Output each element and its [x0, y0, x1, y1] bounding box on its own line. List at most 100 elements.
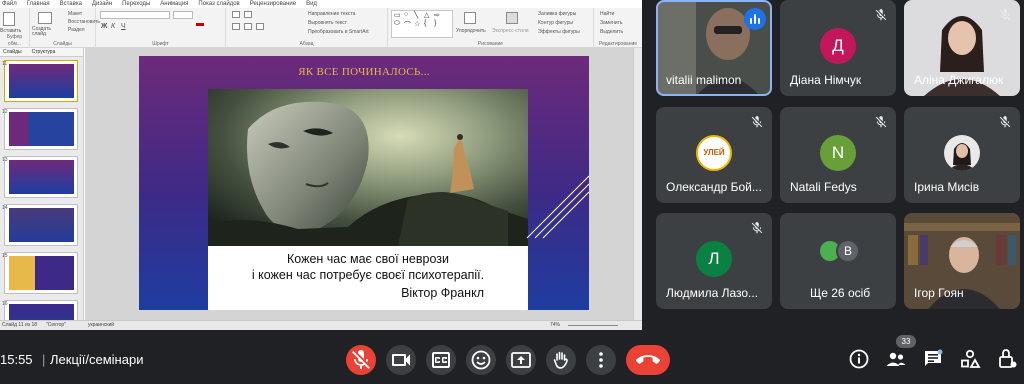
reactions-button[interactable]	[466, 345, 496, 375]
slide-thumbnails: 11 12 13 14 15 16	[0, 58, 84, 320]
host-controls-button[interactable]	[995, 347, 1019, 371]
new-slide-icon[interactable]	[38, 12, 52, 24]
participant-tile[interactable]: Аліна Джигалюк	[904, 0, 1020, 96]
group-font: Ж К Ч Шрифт	[96, 8, 226, 48]
shape-icon[interactable]: ⌒	[404, 20, 411, 30]
mic-off-icon	[999, 9, 1011, 21]
tab-home[interactable]: Главная	[27, 0, 50, 8]
align-text-button[interactable]: Выровнять текст	[308, 20, 347, 26]
shape-icon[interactable]: △	[424, 11, 429, 19]
slide-thumbnail[interactable]: 15	[2, 252, 78, 294]
section-button[interactable]: Раздел	[68, 27, 85, 33]
bullets-icon[interactable]	[232, 11, 240, 18]
quote-line-1: Кожен час має свої неврози	[287, 252, 449, 266]
font-color-icon[interactable]	[196, 23, 204, 26]
more-options-button[interactable]	[586, 345, 616, 375]
slide-thumbnail[interactable]: 12	[2, 108, 78, 150]
chat-button[interactable]	[921, 347, 945, 371]
quote-author: Віктор Франкл	[401, 286, 484, 300]
layout-button[interactable]: Макет	[68, 11, 82, 17]
numbering-icon[interactable]	[244, 11, 252, 18]
arrange-button[interactable]: Упорядочить	[456, 28, 486, 34]
shape-fill-button[interactable]: Заливка фигуры	[538, 11, 576, 17]
shapes-gallery[interactable]: ▭ ○ ╲ △ ⇨ ⬭ ⌒ ☆ { }	[391, 10, 453, 38]
slide-thumbnail[interactable]: 16	[2, 300, 78, 320]
tab-view[interactable]: Вид	[306, 0, 317, 8]
vertical-scrollbar[interactable]	[633, 48, 642, 320]
tab-design[interactable]: Дизайн	[92, 0, 112, 8]
clock: 15:55	[0, 352, 33, 367]
participant-tile[interactable]: Д Діана Німчук	[780, 0, 896, 96]
shape-icon[interactable]: ▭	[394, 11, 401, 19]
shape-effects-button[interactable]: Эффекты фигуры	[538, 29, 580, 35]
slide-title: ЯК ВСЕ ПОЧИНАЛОСЬ...	[298, 66, 430, 78]
shape-outline-button[interactable]: Контур фигуры	[538, 20, 573, 26]
shape-icon[interactable]: ⬭	[394, 20, 400, 28]
paste-icon[interactable]	[3, 12, 15, 26]
smartart-button[interactable]: Преобразовать в SmartArt	[308, 29, 369, 35]
thumbnail-preview	[9, 160, 74, 194]
font-family-select[interactable]	[100, 11, 170, 19]
captions-button[interactable]	[426, 345, 456, 375]
group-label: Буфер обм...	[6, 34, 23, 47]
camera-toggle-button[interactable]	[386, 345, 416, 375]
shape-icon[interactable]: ☆	[414, 20, 420, 28]
tab-file[interactable]: Файл	[2, 0, 17, 8]
participant-tile[interactable]: N Natali Fedys	[780, 107, 896, 203]
leave-call-button[interactable]	[626, 345, 670, 375]
arrange-icon[interactable]	[464, 12, 476, 24]
quote-line-2: і кожен час потребує своєї психотерапії.	[251, 268, 485, 282]
present-button[interactable]	[506, 345, 536, 375]
raise-hand-button[interactable]	[546, 345, 576, 375]
replace-button[interactable]: Заменить	[600, 20, 622, 26]
tab-insert[interactable]: Вставка	[60, 0, 82, 8]
slide-thumbnail[interactable]: 11	[2, 60, 78, 102]
participant-tile[interactable]: Ірина Мисів	[904, 107, 1020, 203]
slide-number: 13	[2, 157, 8, 163]
ribbon: Вставить Буфер обм... Создать слайд Маке…	[0, 8, 642, 48]
participant-tile[interactable]: Ігор Гоян	[904, 213, 1020, 309]
font-size-select[interactable]	[173, 11, 193, 19]
align-left-icon[interactable]	[232, 23, 240, 30]
shape-icon[interactable]: ╲	[414, 11, 418, 19]
underline-icon[interactable]: Ч	[121, 23, 126, 30]
tab-slideshow[interactable]: Показ слайдов	[198, 0, 239, 8]
select-button[interactable]: Выделить	[600, 29, 623, 35]
meeting-details-button[interactable]	[847, 347, 871, 371]
people-button[interactable]	[884, 347, 908, 371]
shape-icon[interactable]: {	[424, 20, 426, 27]
align-right-icon[interactable]	[256, 23, 264, 30]
slide-thumbnail[interactable]: 14	[2, 204, 78, 246]
present-icon	[511, 352, 531, 368]
activities-button[interactable]	[958, 347, 982, 371]
create-slide-button[interactable]: Создать слайд	[32, 27, 60, 37]
tab-review[interactable]: Рецензирование	[250, 0, 296, 8]
tab-outline[interactable]: Структура	[32, 48, 56, 56]
quick-styles-button[interactable]: Экспресс-стили	[492, 28, 529, 34]
find-button[interactable]: Найти	[600, 11, 614, 17]
shape-icon[interactable]: ○	[404, 11, 408, 18]
avatar: В	[836, 239, 860, 263]
participant-tile[interactable]: vitalii malimon	[656, 0, 772, 96]
language: украинский	[88, 322, 115, 328]
shape-icon[interactable]: }	[434, 20, 436, 27]
mic-toggle-button[interactable]	[346, 345, 376, 375]
bold-icon[interactable]: Ж	[101, 23, 107, 30]
participant-name: Ігор Гоян	[914, 286, 964, 300]
italic-icon[interactable]: К	[111, 23, 115, 30]
decorative-lines	[526, 175, 589, 239]
others-tile[interactable]: В Ще 26 осіб	[780, 213, 896, 309]
quick-styles-icon[interactable]	[506, 12, 518, 24]
slide-thumbnail[interactable]: 13	[2, 156, 78, 198]
shape-icon[interactable]: ⇨	[434, 11, 440, 19]
participant-tile[interactable]: Л Людмила Лазо...	[656, 213, 772, 309]
align-center-icon[interactable]	[244, 23, 252, 30]
text-direction-button[interactable]: Направление текста	[308, 11, 355, 17]
participant-tile[interactable]: УЛЕЙ Олександр Бой...	[656, 107, 772, 203]
tab-slides[interactable]: Слайды	[3, 48, 22, 56]
group-label: Рисование	[477, 41, 504, 47]
mic-off-icon	[999, 116, 1011, 128]
zoom-slider[interactable]	[568, 325, 618, 326]
tab-transitions[interactable]: Переходы	[122, 0, 150, 8]
tab-animation[interactable]: Анимация	[160, 0, 188, 8]
